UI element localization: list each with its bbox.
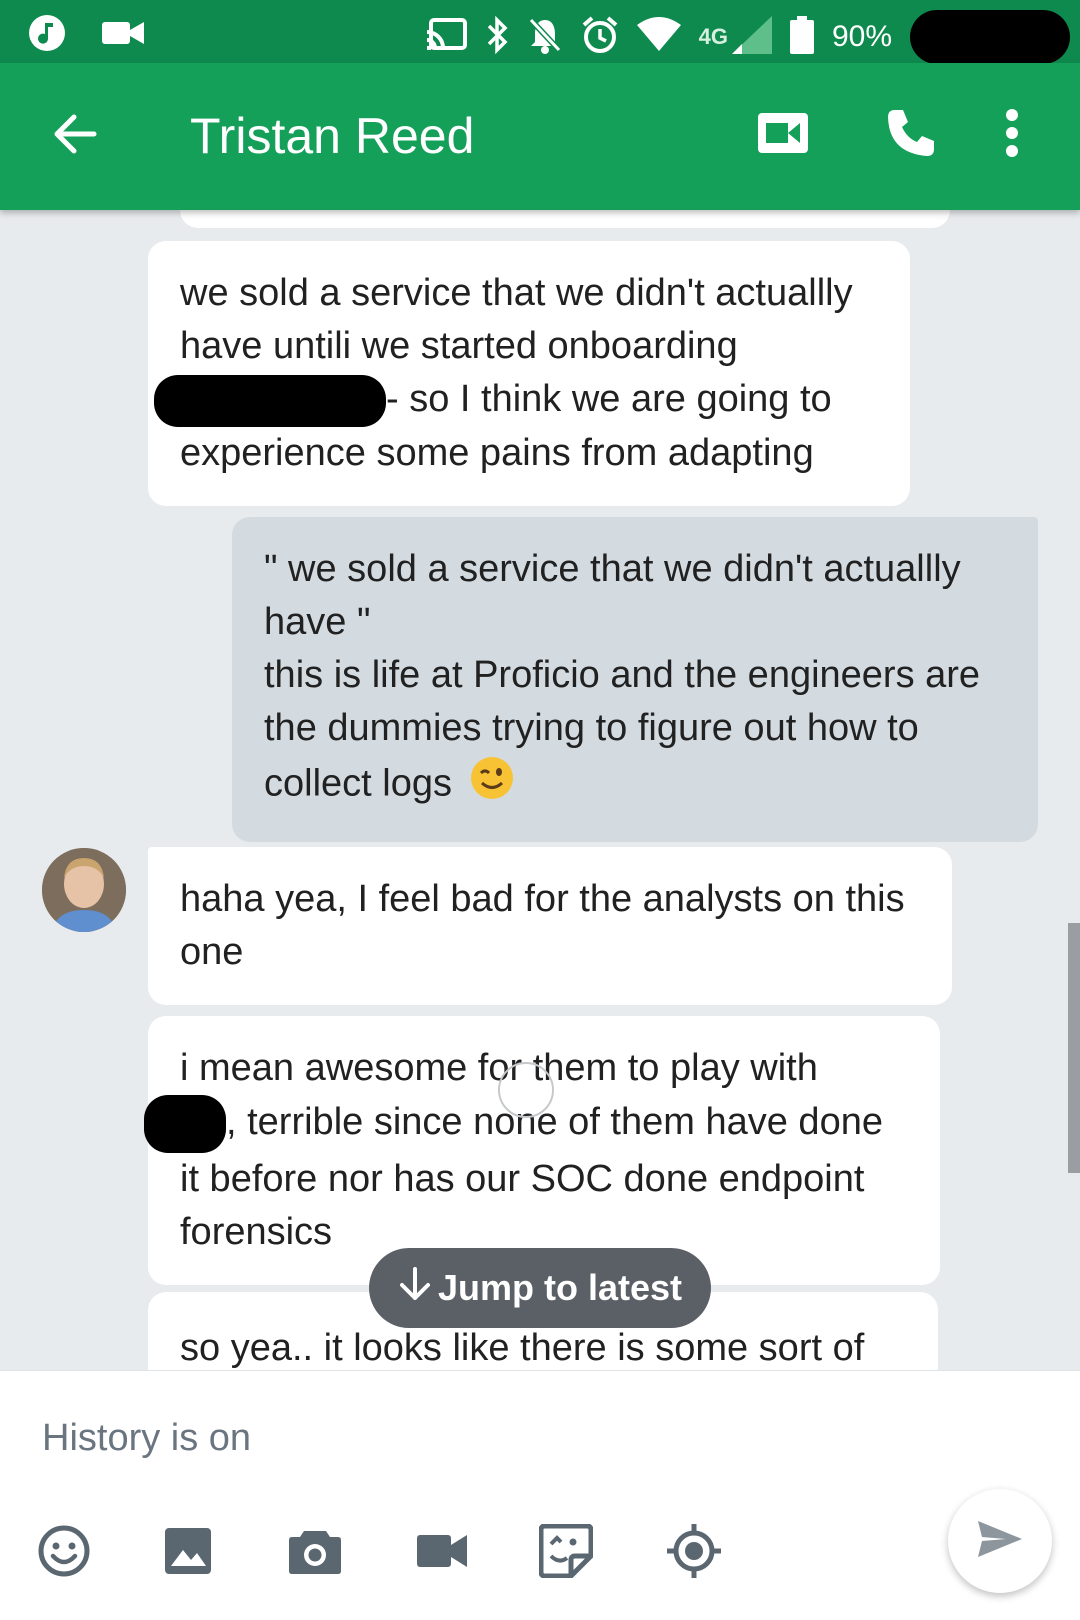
message-line: we sold a service that we didn't actuall… [180, 272, 853, 314]
message-line: this is life at Proficio and the enginee… [264, 654, 981, 696]
message-bubble-incoming[interactable]: i mean awesome for them to play with , t… [144, 1016, 940, 1285]
message-line: have " [264, 601, 371, 643]
location-icon[interactable] [664, 1521, 724, 1581]
message-input[interactable]: History is on [42, 1417, 251, 1460]
message-line: experience some pains from adapting [180, 431, 814, 474]
message-line: have untili we started onboarding [180, 325, 738, 367]
music-note-icon [28, 14, 66, 57]
jump-to-latest-button[interactable]: Jump to latest [369, 1248, 711, 1328]
sender-avatar[interactable] [42, 848, 126, 932]
video-icon[interactable] [412, 1521, 472, 1581]
camera-icon[interactable] [285, 1521, 345, 1581]
message-line: collect logs [264, 762, 452, 805]
video-call-icon[interactable] [756, 111, 810, 160]
message-line-wrap: collect logs [264, 755, 1006, 816]
message-bubble-outgoing[interactable]: " we sold a service that we didn't actua… [232, 517, 1038, 842]
message-bubble-incoming[interactable]: haha yea, I feel bad for the analysts on… [148, 847, 952, 1005]
bluetooth-icon [485, 15, 509, 59]
conversation-title: Tristan Reed [190, 108, 475, 164]
redacted-text [154, 374, 386, 427]
touch-indicator [498, 1062, 554, 1118]
battery-icon [789, 15, 814, 59]
phone-call-icon[interactable] [885, 107, 937, 164]
more-options-icon[interactable] [1005, 108, 1019, 163]
status-bar: 4G 90% [0, 0, 1080, 64]
message-composer: History is on [0, 1370, 1080, 1620]
image-icon[interactable] [158, 1521, 218, 1581]
back-arrow-icon[interactable] [50, 109, 100, 159]
video-camera-status-icon [102, 20, 144, 51]
send-button[interactable] [948, 1489, 1052, 1593]
notifications-off-icon [527, 16, 563, 59]
message-line: haha yea, I feel bad for the analysts on… [180, 878, 905, 920]
wifi-icon [636, 16, 681, 58]
message-line-wrap: - so I think we are going to [154, 373, 878, 427]
app-bar: Tristan Reed [0, 63, 1080, 210]
message-line: one [180, 931, 244, 973]
redacted-status-area [910, 10, 1070, 64]
send-icon [976, 1519, 1024, 1564]
sticker-icon[interactable] [536, 1521, 596, 1581]
message-line: " we sold a service that we didn't actua… [264, 548, 961, 590]
message-line: - so I think we are going to [386, 378, 832, 420]
winking-face-emoji-icon [469, 755, 515, 816]
arrow-down-icon [398, 1266, 432, 1311]
previous-message-bubble [180, 210, 950, 228]
emoji-icon[interactable] [34, 1521, 94, 1581]
network-type-label: 4G [698, 24, 728, 49]
scrollbar-thumb[interactable] [1068, 923, 1080, 1173]
battery-percent: 90% [831, 20, 892, 53]
message-bubble-incoming[interactable]: we sold a service that we didn't actuall… [148, 241, 910, 506]
signal-icon [731, 15, 772, 59]
message-line: , terrible since none of them have done [226, 1101, 883, 1144]
message-line: it before nor has our SOC done endpoint [180, 1158, 865, 1200]
alarm-icon [581, 15, 619, 59]
jump-to-latest-label: Jump to latest [437, 1267, 683, 1308]
message-list[interactable]: we sold a service that we didn't actuall… [0, 210, 1080, 1370]
redacted-text [144, 1095, 226, 1153]
message-line: the dummies trying to figure out how to [264, 707, 919, 749]
cast-icon [425, 17, 467, 57]
